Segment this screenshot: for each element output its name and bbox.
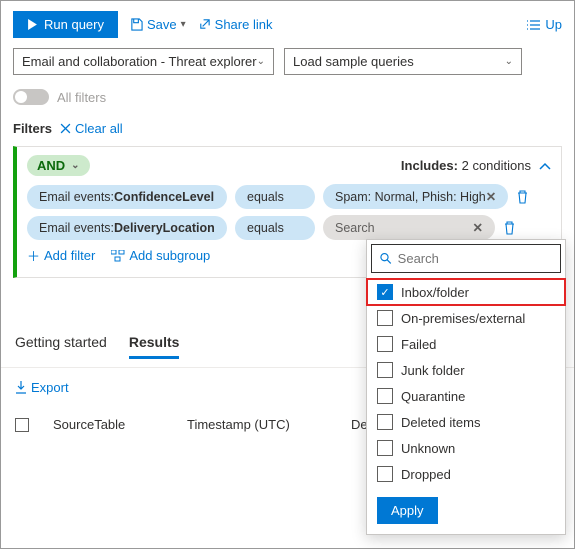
property-pill[interactable]: Email events: DeliveryLocation xyxy=(27,216,227,240)
list-icon xyxy=(527,19,541,31)
up-label: Up xyxy=(545,17,562,32)
checkbox-icon: ✓ xyxy=(377,284,393,300)
option-deleted-items[interactable]: Deleted items xyxy=(367,409,565,435)
dropdown-search-input[interactable] xyxy=(398,251,552,266)
option-label: On-premises/external xyxy=(401,311,525,326)
share-label: Share link xyxy=(215,17,273,32)
option-label: Inbox/folder xyxy=(401,285,469,300)
chevron-down-icon: ▾ xyxy=(181,19,186,30)
option-label: Deleted items xyxy=(401,415,480,430)
option-junk-folder[interactable]: Junk folder xyxy=(367,357,565,383)
option-quarantine[interactable]: Quarantine xyxy=(367,383,565,409)
subgroup-icon xyxy=(111,250,125,262)
clear-all-button[interactable]: Clear all xyxy=(60,121,123,136)
operator-pill[interactable]: AND ⌄ xyxy=(27,155,90,176)
value-pill[interactable]: Spam: Normal, Phish: High ✕ xyxy=(323,184,508,209)
add-subgroup-label: Add subgroup xyxy=(129,248,210,263)
close-icon xyxy=(60,123,71,134)
trash-icon xyxy=(503,221,516,235)
save-icon xyxy=(130,18,143,31)
chevron-down-icon: ⌄ xyxy=(71,160,79,171)
property-pill[interactable]: Email events: ConfidenceLevel xyxy=(27,185,227,209)
checkbox-icon xyxy=(377,440,393,456)
option-inbox-folder[interactable]: ✓ Inbox/folder xyxy=(367,279,565,305)
all-filters-label: All filters xyxy=(57,90,106,105)
export-button[interactable]: Export xyxy=(15,380,69,395)
option-unknown[interactable]: Unknown xyxy=(367,435,565,461)
clear-all-label: Clear all xyxy=(75,121,123,136)
trash-icon xyxy=(516,190,529,204)
tab-getting-started[interactable]: Getting started xyxy=(15,334,107,359)
scope-dropdown[interactable]: Email and collaboration - Threat explore… xyxy=(13,48,274,75)
save-button[interactable]: Save ▾ xyxy=(130,17,186,32)
option-failed[interactable]: Failed xyxy=(367,331,565,357)
add-filter-label: Add filter xyxy=(44,248,95,263)
clear-value-icon[interactable]: ✕ xyxy=(473,220,483,235)
operator-pill[interactable]: equals xyxy=(235,185,315,209)
option-label: Dropped xyxy=(401,467,451,482)
share-link-button[interactable]: Share link xyxy=(198,17,273,32)
run-query-label: Run query xyxy=(44,17,104,32)
add-filter-button[interactable]: ＋ Add filter xyxy=(27,246,95,265)
search-icon xyxy=(380,252,392,265)
dropdown-search[interactable] xyxy=(371,244,561,273)
collapse-group-button[interactable] xyxy=(539,158,551,173)
select-all-checkbox[interactable] xyxy=(15,418,29,432)
option-on-premises-external[interactable]: On-premises/external xyxy=(367,305,565,331)
value-pill[interactable]: Search ✕ xyxy=(323,215,495,240)
download-icon xyxy=(15,381,27,394)
tab-results[interactable]: Results xyxy=(129,334,180,359)
option-label: Junk folder xyxy=(401,363,465,378)
export-label: Export xyxy=(31,380,69,395)
chevron-down-icon: ⌄ xyxy=(505,56,513,67)
scope-selected: Email and collaboration - Threat explore… xyxy=(22,54,257,69)
run-query-button[interactable]: Run query xyxy=(13,11,118,38)
delete-condition-button[interactable] xyxy=(503,220,516,236)
checkbox-icon xyxy=(377,388,393,404)
all-filters-toggle[interactable] xyxy=(13,89,49,105)
up-button[interactable]: Up xyxy=(527,17,562,32)
delete-condition-button[interactable] xyxy=(516,189,529,205)
operator-pill[interactable]: equals xyxy=(235,216,315,240)
chevron-down-icon: ⌄ xyxy=(257,56,265,67)
chevron-up-icon xyxy=(539,162,551,172)
column-header[interactable]: SourceTable xyxy=(53,417,163,432)
filters-heading: Filters xyxy=(13,121,52,136)
share-icon xyxy=(198,18,211,31)
sample-queries-label: Load sample queries xyxy=(293,54,414,69)
save-label: Save xyxy=(147,17,177,32)
checkbox-icon xyxy=(377,466,393,482)
apply-button[interactable]: Apply xyxy=(377,497,438,524)
value-dropdown-panel: ✓ Inbox/folder On-premises/external Fail… xyxy=(366,239,566,535)
checkbox-icon xyxy=(377,414,393,430)
option-dropped[interactable]: Dropped xyxy=(367,461,565,487)
checkbox-icon xyxy=(377,310,393,326)
play-icon xyxy=(27,19,38,30)
clear-value-icon[interactable]: ✕ xyxy=(486,189,496,204)
checkbox-icon xyxy=(377,336,393,352)
add-subgroup-button[interactable]: Add subgroup xyxy=(111,246,210,265)
option-label: Failed xyxy=(401,337,436,352)
checkbox-icon xyxy=(377,362,393,378)
plus-icon: ＋ xyxy=(27,246,40,265)
includes-summary: Includes: 2 conditions xyxy=(401,158,531,173)
condition-row: Email events: ConfidenceLevel equals Spa… xyxy=(27,184,551,209)
condition-row: Email events: DeliveryLocation equals Se… xyxy=(27,215,551,240)
sample-queries-dropdown[interactable]: Load sample queries ⌄ xyxy=(284,48,522,75)
option-label: Quarantine xyxy=(401,389,465,404)
column-header[interactable]: Timestamp (UTC) xyxy=(187,417,327,432)
option-label: Unknown xyxy=(401,441,455,456)
operator-label: AND xyxy=(37,158,65,173)
